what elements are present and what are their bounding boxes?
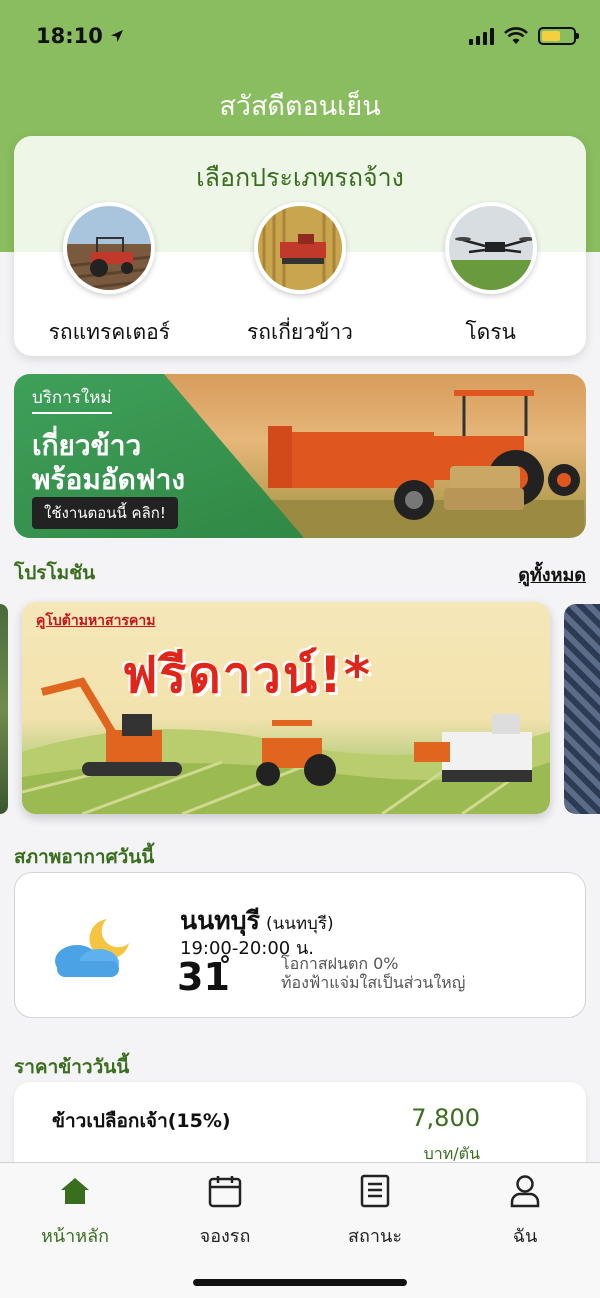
battery-icon [538,27,579,45]
tractor-icon [63,202,156,294]
drone-icon [444,202,537,294]
weather-title: สภาพอากาศวันนี้ [14,846,155,868]
calendar-icon [207,1173,243,1209]
vehicle-type-title: เลือกประเภทรถจ้าง [196,163,404,192]
vehicle-label-drone: โดรน [465,320,516,344]
promotions-title: โปรโมชัน [14,562,96,584]
home-icon [57,1173,93,1209]
promo-card-next[interactable] [564,604,600,814]
promo-headline: ฟรีดาวน์!* [122,646,373,704]
tab-status-label: สถานะ [348,1226,402,1247]
vehicle-option-drone[interactable]: โดรน [401,202,581,349]
document-icon [357,1173,393,1209]
weather-card: นนทบุรี (นนทบุรี) 19:00-20:00 น. 31 ° โอก… [14,872,586,1018]
status-time: 18:10 [36,24,103,48]
location-arrow-icon [110,30,123,42]
promo-kicker: คูโบต้ามหาสารคาม [36,613,156,629]
vehicle-label-tractor: รถแทรคเตอร์ [48,320,171,344]
vehicle-option-tractor[interactable]: รถแทรคเตอร์ [19,202,199,349]
baler-tractor-image [264,390,584,536]
new-service-banner[interactable]: บริการใหม่ เกี่ยวข้าว พร้อมอัดฟาง ใช้งาน… [14,374,586,538]
weather-city: นนทบุรี [180,906,260,935]
weather-province: (นนทบุรี) [265,914,334,934]
tab-home-label: หน้าหลัก [40,1226,110,1247]
cellular-signal-icon [469,27,494,45]
wifi-icon [504,27,528,44]
promo-card-previous[interactable] [0,604,8,814]
banner-cta-button[interactable]: ใช้งานตอนนี้ คลิก! [32,497,178,529]
rice-price-name: ข้าวเปลือกเจ้า(15%) [52,1110,231,1132]
tab-home[interactable]: หน้าหลัก [0,1173,150,1250]
user-icon [507,1173,543,1209]
weather-description: ท้องฟ้าแจ่มใสเป็นส่วนใหญ่ [281,973,466,992]
tab-profile-label: ฉัน [512,1226,538,1247]
banner-headline-2: พร้อมอัดฟาง [32,463,185,496]
rice-price-title: ราคาข้าววันนี้ [14,1056,130,1078]
vehicle-option-harvester[interactable]: รถเกี่ยวข้าว [210,202,390,349]
home-indicator [193,1279,407,1286]
new-service-badge: บริการใหม่ [32,384,112,414]
vehicle-type-card: เลือกประเภทรถจ้าง รถแทรคเตอร์ รถเกี่ยวข้… [14,136,586,356]
tab-status[interactable]: สถานะ [300,1173,450,1250]
tab-booking[interactable]: จองรถ [150,1173,300,1250]
rice-price-value: 7,800 [411,1104,480,1132]
tab-booking-label: จองรถ [199,1226,251,1247]
see-all-link[interactable]: ดูทั้งหมด [518,560,586,589]
harvester-icon [253,202,346,294]
status-bar: 18:10 [36,18,579,54]
vehicle-label-harvester: รถเกี่ยวข้าว [247,320,353,344]
greeting-title: สวัสดีตอนเย็น [219,91,381,122]
tab-profile[interactable]: ฉัน [450,1173,600,1250]
tab-bar: หน้าหลัก จองรถ สถานะ ฉัน [0,1162,600,1298]
cloudy-night-icon [55,919,129,977]
weather-degree-symbol: ° [219,951,231,979]
promo-card[interactable]: คูโบต้ามหาสารคาม ฟรีดาวน์!* [22,602,550,814]
